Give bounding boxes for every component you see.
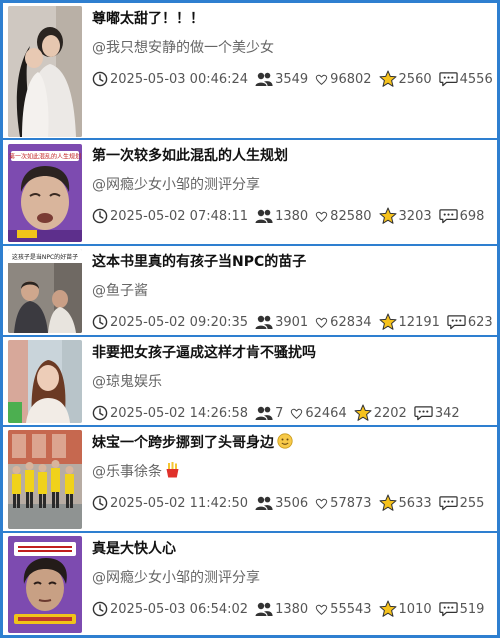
heart-icon: [290, 407, 303, 420]
comment-icon: [439, 208, 458, 224]
clock-icon: [92, 314, 108, 330]
video-author[interactable]: @琼鬼娱乐: [92, 371, 162, 391]
video-author[interactable]: @网瘾少女小邹的测评分享: [92, 174, 260, 194]
users-icon: [255, 314, 273, 330]
users-icon: [255, 208, 273, 224]
comment-count: 698: [459, 208, 485, 224]
clock-icon: [92, 208, 108, 224]
video-card[interactable]: 非要把女孩子逼成这样才肯不骚扰吗 @琼鬼娱乐 2025-05-02 14:26:…: [3, 337, 497, 427]
favorite-count: 3203: [398, 208, 432, 224]
video-stats: 2025-05-02 07:48:11 1380 82580 3203 698: [92, 207, 491, 225]
video-card[interactable]: 第一次如此混乱的人生规划 第一次较多如此混乱的人生规划 @网瘾少女小邹的测评分享…: [3, 140, 497, 246]
comment-icon: [439, 601, 458, 617]
video-thumbnail[interactable]: [8, 340, 82, 423]
comment-icon: [439, 71, 458, 87]
clock-icon: [92, 71, 108, 87]
publish-time: 2025-05-02 07:48:11: [110, 208, 249, 224]
video-card[interactable]: 尊嘟太甜了！！！ @我只想安静的做一个美少女 2025-05-03 00:46:…: [3, 3, 497, 140]
comment-count: 4556: [459, 71, 493, 87]
video-stats: 2025-05-02 14:26:58 7 62464 2202 342: [92, 404, 467, 422]
publish-time: 2025-05-02 14:26:58: [110, 405, 249, 421]
heart-icon: [315, 316, 328, 329]
star-icon: [379, 70, 397, 88]
comment-icon: [439, 495, 458, 511]
video-thumbnail[interactable]: [8, 536, 82, 633]
heart-icon: [315, 73, 328, 86]
comment-count: 342: [434, 405, 460, 421]
thumbnail-banner: 第一次如此混乱的人生规划: [9, 153, 81, 161]
video-thumbnail[interactable]: 这孩子是当NPC的好苗子: [8, 249, 82, 333]
video-card[interactable]: 这孩子是当NPC的好苗子 这本书里真的有孩子当NPC的苗子 @鱼子酱 2025-…: [3, 246, 497, 337]
video-author[interactable]: @网瘾少女小邹的测评分享: [92, 567, 260, 587]
heart-icon: [315, 497, 328, 510]
users-icon: [255, 71, 273, 87]
favorite-count: 1010: [398, 601, 432, 617]
publish-time: 2025-05-02 09:20:35: [110, 314, 249, 330]
video-stats: 2025-05-03 06:54:02 1380 55543 1010 519: [92, 600, 491, 618]
video-stats: 2025-05-02 09:20:35 3901 62834 12191 623: [92, 313, 500, 331]
publish-time: 2025-05-03 00:46:24: [110, 71, 249, 87]
like-count: 57873: [330, 495, 372, 511]
users-icon: [255, 405, 273, 421]
like-count: 82580: [330, 208, 372, 224]
star-icon: [379, 207, 397, 225]
user-count: 1380: [275, 208, 309, 224]
favorite-count: 12191: [398, 314, 440, 330]
clock-icon: [92, 495, 108, 511]
favorite-count: 5633: [398, 495, 432, 511]
like-count: 55543: [330, 601, 372, 617]
video-author[interactable]: @我只想安静的做一个美少女: [92, 37, 274, 57]
user-count: 3506: [275, 495, 309, 511]
comment-icon: [447, 314, 466, 330]
star-icon: [379, 313, 397, 331]
video-title[interactable]: 真是大快人心: [92, 538, 176, 558]
user-count: 3901: [275, 314, 309, 330]
publish-time: 2025-05-03 06:54:02: [110, 601, 249, 617]
video-title[interactable]: 妹宝一个跨步挪到了头哥身边: [92, 432, 293, 452]
fries-icon: [166, 462, 179, 478]
video-list: 尊嘟太甜了！！！ @我只想安静的做一个美少女 2025-05-03 00:46:…: [3, 3, 497, 635]
video-title[interactable]: 非要把女孩子逼成这样才肯不骚扰吗: [92, 342, 316, 362]
like-count: 62834: [330, 314, 372, 330]
star-icon: [379, 494, 397, 512]
video-card[interactable]: 真是大快人心 @网瘾少女小邹的测评分享 2025-05-03 06:54:02 …: [3, 533, 497, 635]
publish-time: 2025-05-02 11:42:50: [110, 495, 249, 511]
favorite-count: 2202: [373, 405, 407, 421]
like-count: 96802: [330, 71, 372, 87]
video-thumbnail[interactable]: [8, 430, 82, 529]
users-icon: [255, 601, 273, 617]
heart-icon: [315, 210, 328, 223]
smiley-icon: [277, 433, 293, 449]
video-stats: 2025-05-02 11:42:50 3506 57873 5633 255: [92, 494, 491, 512]
video-stats: 2025-05-03 00:46:24 3549 96802 2560 4556: [92, 70, 500, 88]
video-author[interactable]: @乐事徐条: [92, 461, 180, 481]
video-card[interactable]: 妹宝一个跨步挪到了头哥身边 @乐事徐条 2025-05-02 11:42:50 …: [3, 427, 497, 533]
video-title[interactable]: 这本书里真的有孩子当NPC的苗子: [92, 251, 306, 271]
thumbnail-banner: 这孩子是当NPC的好苗子: [12, 253, 78, 261]
video-title[interactable]: 第一次较多如此混乱的人生规划: [92, 145, 288, 165]
favorite-count: 2560: [398, 71, 432, 87]
user-count: 3549: [275, 71, 309, 87]
comment-icon: [414, 405, 433, 421]
video-thumbnail[interactable]: 第一次如此混乱的人生规划: [8, 144, 82, 242]
like-count: 62464: [305, 405, 347, 421]
video-author[interactable]: @鱼子酱: [92, 280, 148, 300]
clock-icon: [92, 601, 108, 617]
video-title[interactable]: 尊嘟太甜了！！！: [92, 8, 204, 28]
comment-count: 623: [467, 314, 493, 330]
comment-count: 519: [459, 601, 485, 617]
user-count: 1380: [275, 601, 309, 617]
users-icon: [255, 495, 273, 511]
user-count: 7: [275, 405, 284, 421]
star-icon: [354, 404, 372, 422]
comment-count: 255: [459, 495, 485, 511]
clock-icon: [92, 405, 108, 421]
heart-icon: [315, 603, 328, 616]
video-thumbnail[interactable]: [8, 6, 82, 137]
star-icon: [379, 600, 397, 618]
